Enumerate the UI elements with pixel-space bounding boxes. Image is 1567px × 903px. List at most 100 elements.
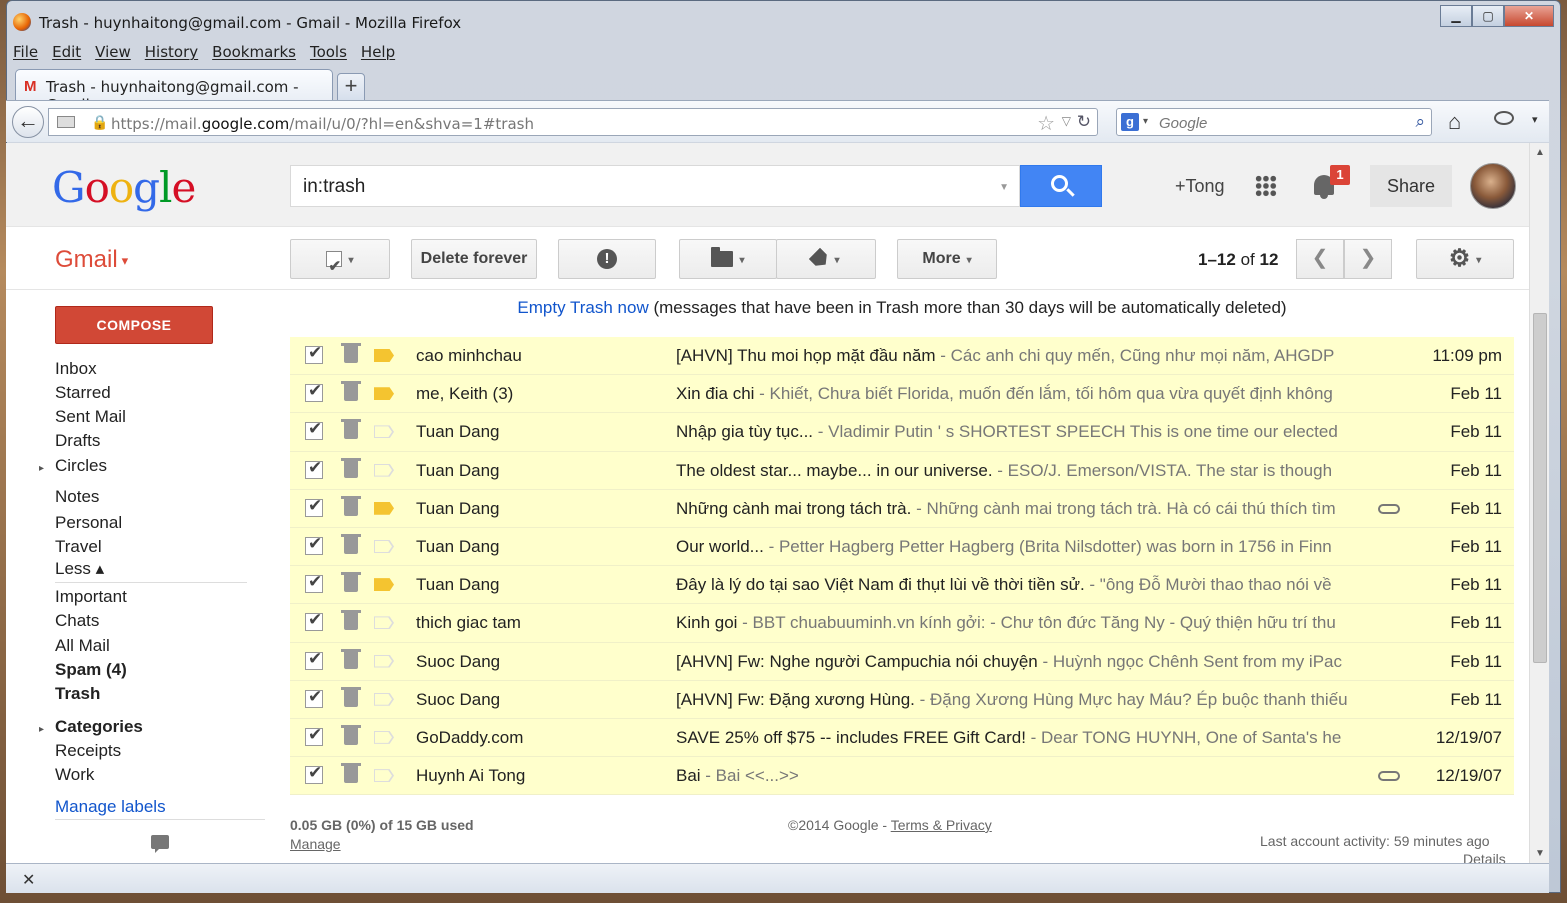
- new-tab-button[interactable]: +: [337, 73, 365, 101]
- message-sender[interactable]: Tuan Dang: [416, 461, 499, 481]
- message-subject[interactable]: [AHVN] Fw: Đặng xương Hùng. - Đặng Xương…: [676, 690, 1366, 710]
- importance-marker-icon[interactable]: [374, 539, 394, 553]
- table-row[interactable]: cao minhchau [AHVN] Thu moi họp mặt đầu n…: [290, 337, 1514, 376]
- avatar[interactable]: [1470, 163, 1516, 209]
- url-text[interactable]: https://mail.google.com/mail/u/0/?hl=en&…: [111, 115, 534, 133]
- menu-help[interactable]: Help: [361, 43, 395, 65]
- importance-marker-icon[interactable]: [374, 387, 394, 401]
- empty-trash-link[interactable]: Empty Trash now: [517, 298, 648, 317]
- manage-labels-link[interactable]: Manage labels: [55, 797, 166, 817]
- report-spam-button[interactable]: !: [558, 239, 656, 279]
- expand-circles-icon[interactable]: ▸: [39, 463, 44, 474]
- url-bar[interactable]: 🔒 https://mail.google.com/mail/u/0/?hl=e…: [48, 108, 1098, 136]
- row-checkbox[interactable]: [305, 534, 323, 555]
- sidebar-item-trash[interactable]: Trash: [55, 684, 100, 704]
- search-query[interactable]: in:trash: [303, 176, 365, 198]
- table-row[interactable]: thich giac tam Kinh goi - BBT chuabuuminh…: [290, 604, 1514, 643]
- message-sender[interactable]: me, Keith (3): [416, 384, 513, 404]
- sidebar-item-all-mail[interactable]: All Mail: [55, 636, 110, 656]
- message-sender[interactable]: GoDaddy.com: [416, 728, 523, 748]
- table-row[interactable]: GoDaddy.com SAVE 25% off $75 -- includes …: [290, 718, 1514, 758]
- close-addon-bar-icon[interactable]: ✕: [22, 870, 35, 890]
- message-subject[interactable]: The oldest star... maybe... in our unive…: [676, 461, 1366, 481]
- message-sender[interactable]: thich giac tam: [416, 613, 521, 633]
- sidebar-item-starred[interactable]: Starred: [55, 383, 111, 403]
- importance-marker-icon[interactable]: [374, 692, 394, 706]
- message-sender[interactable]: Tuan Dang: [416, 422, 499, 442]
- table-row[interactable]: me, Keith (3) Xin đia chi - Khiết, Chưa b…: [290, 375, 1514, 414]
- google-plus-profile-link[interactable]: +Tong: [1175, 176, 1225, 197]
- minimize-button[interactable]: ▁: [1440, 5, 1472, 27]
- mail-search-input[interactable]: in:trash ▼: [290, 165, 1020, 207]
- scroll-down-icon[interactable]: ▼: [1535, 848, 1545, 859]
- menu-view[interactable]: View: [95, 43, 131, 65]
- message-sender[interactable]: Tuan Dang: [416, 575, 499, 595]
- labels-button[interactable]: ▾: [776, 239, 876, 279]
- row-checkbox[interactable]: [305, 687, 323, 708]
- delete-forever-button[interactable]: Delete forever: [411, 239, 537, 279]
- message-subject[interactable]: [AHVN] Fw: Nghe người Campuchia nói chuy…: [676, 652, 1366, 672]
- row-checkbox[interactable]: [305, 725, 323, 746]
- table-row[interactable]: Suoc Dang [AHVN] Fw: Nghe người Campuchia…: [290, 642, 1514, 681]
- importance-marker-icon[interactable]: [374, 654, 394, 668]
- reload-icon[interactable]: ↻: [1077, 112, 1091, 132]
- table-row[interactable]: Tuan Dang Nhập gia tùy tục... - Vladimir …: [290, 413, 1514, 452]
- row-checkbox[interactable]: [305, 610, 323, 632]
- move-to-button[interactable]: ▾: [679, 239, 777, 279]
- table-row[interactable]: Tuan Dang The oldest star... maybe... in …: [290, 451, 1514, 490]
- menu-history[interactable]: History: [145, 43, 198, 65]
- maximize-button[interactable]: ▢: [1472, 5, 1504, 27]
- message-subject[interactable]: SAVE 25% off $75 -- includes FREE Gift C…: [676, 728, 1366, 748]
- sidebar-item-spam[interactable]: Spam (4): [55, 660, 127, 680]
- sidebar-item-receipts[interactable]: Receipts: [55, 741, 121, 761]
- lock-icon[interactable]: 🔒: [91, 114, 108, 131]
- search-options-dropdown-icon[interactable]: ▼: [999, 182, 1009, 193]
- older-button[interactable]: ❯: [1344, 239, 1392, 279]
- importance-marker-icon[interactable]: [374, 349, 394, 362]
- sidebar-item-important[interactable]: Important: [55, 587, 127, 607]
- row-checkbox[interactable]: [305, 763, 323, 785]
- table-row[interactable]: Suoc Dang [AHVN] Fw: Đặng xương Hùng. - Đ…: [290, 680, 1514, 719]
- sidebar-item-chats[interactable]: Chats: [55, 611, 99, 631]
- scroll-up-icon[interactable]: ▲: [1535, 147, 1545, 158]
- menu-tools[interactable]: Tools: [310, 43, 347, 65]
- message-subject[interactable]: [AHVN] Thu moi họp mặt đầu năm - Các anh…: [676, 346, 1366, 366]
- message-subject[interactable]: Kinh goi - BBT chuabuuminh.vn kính gởi: …: [676, 613, 1366, 633]
- message-subject[interactable]: Đây là lý do tại sao Việt Nam đi thụt lù…: [676, 575, 1366, 595]
- message-subject[interactable]: Our world... - Petter Hagberg Petter Hag…: [676, 537, 1366, 557]
- terms-privacy-link[interactable]: Terms & Privacy: [891, 817, 992, 833]
- sidebar-item-work[interactable]: Work: [55, 765, 94, 785]
- importance-marker-icon[interactable]: [374, 730, 394, 744]
- table-row[interactable]: Tuan Dang Đây là lý do tại sao Việt Nam đ…: [290, 566, 1514, 605]
- row-checkbox[interactable]: [305, 649, 323, 670]
- home-icon[interactable]: ⌂: [1448, 109, 1461, 135]
- notification-count-badge[interactable]: 1: [1330, 165, 1350, 185]
- menu-bookmarks[interactable]: Bookmarks: [212, 43, 296, 65]
- bookmark-star-icon[interactable]: ☆: [1037, 111, 1055, 136]
- table-row[interactable]: Tuan Dang Những cành mai trong tách trà. …: [290, 489, 1514, 528]
- browser-search-bar[interactable]: g ▾ Google ⌕: [1116, 108, 1432, 136]
- sidebar-item-categories[interactable]: Categories: [55, 717, 143, 737]
- message-sender[interactable]: Suoc Dang: [416, 690, 500, 710]
- row-checkbox[interactable]: [305, 381, 323, 403]
- importance-marker-icon[interactable]: [374, 501, 394, 515]
- addon-eye-icon[interactable]: [1494, 111, 1514, 125]
- sidebar-item-sent-mail[interactable]: Sent Mail: [55, 407, 126, 427]
- search-engine-dropdown-icon[interactable]: ▾: [1143, 116, 1148, 127]
- menu-file[interactable]: File: [13, 43, 38, 65]
- table-row[interactable]: Tuan Dang Our world... - Petter Hagberg P…: [290, 527, 1514, 567]
- more-button[interactable]: More ▾: [897, 239, 997, 279]
- sidebar-item-circles[interactable]: Circles: [55, 456, 107, 476]
- row-checkbox[interactable]: [305, 343, 323, 364]
- close-window-button[interactable]: ✕: [1504, 5, 1554, 27]
- sidebar-item-inbox[interactable]: Inbox: [55, 359, 97, 379]
- vertical-scrollbar[interactable]: ▲ ▼: [1529, 143, 1549, 863]
- row-checkbox[interactable]: [305, 496, 323, 517]
- manage-storage-link[interactable]: Manage: [290, 836, 341, 852]
- row-checkbox[interactable]: [305, 572, 323, 594]
- importance-marker-icon[interactable]: [374, 578, 394, 592]
- importance-marker-icon[interactable]: [374, 616, 394, 630]
- gmail-switcher[interactable]: Gmail ▾: [55, 246, 128, 274]
- page-grid-icon[interactable]: [57, 116, 75, 128]
- newer-button[interactable]: ❮: [1296, 239, 1344, 279]
